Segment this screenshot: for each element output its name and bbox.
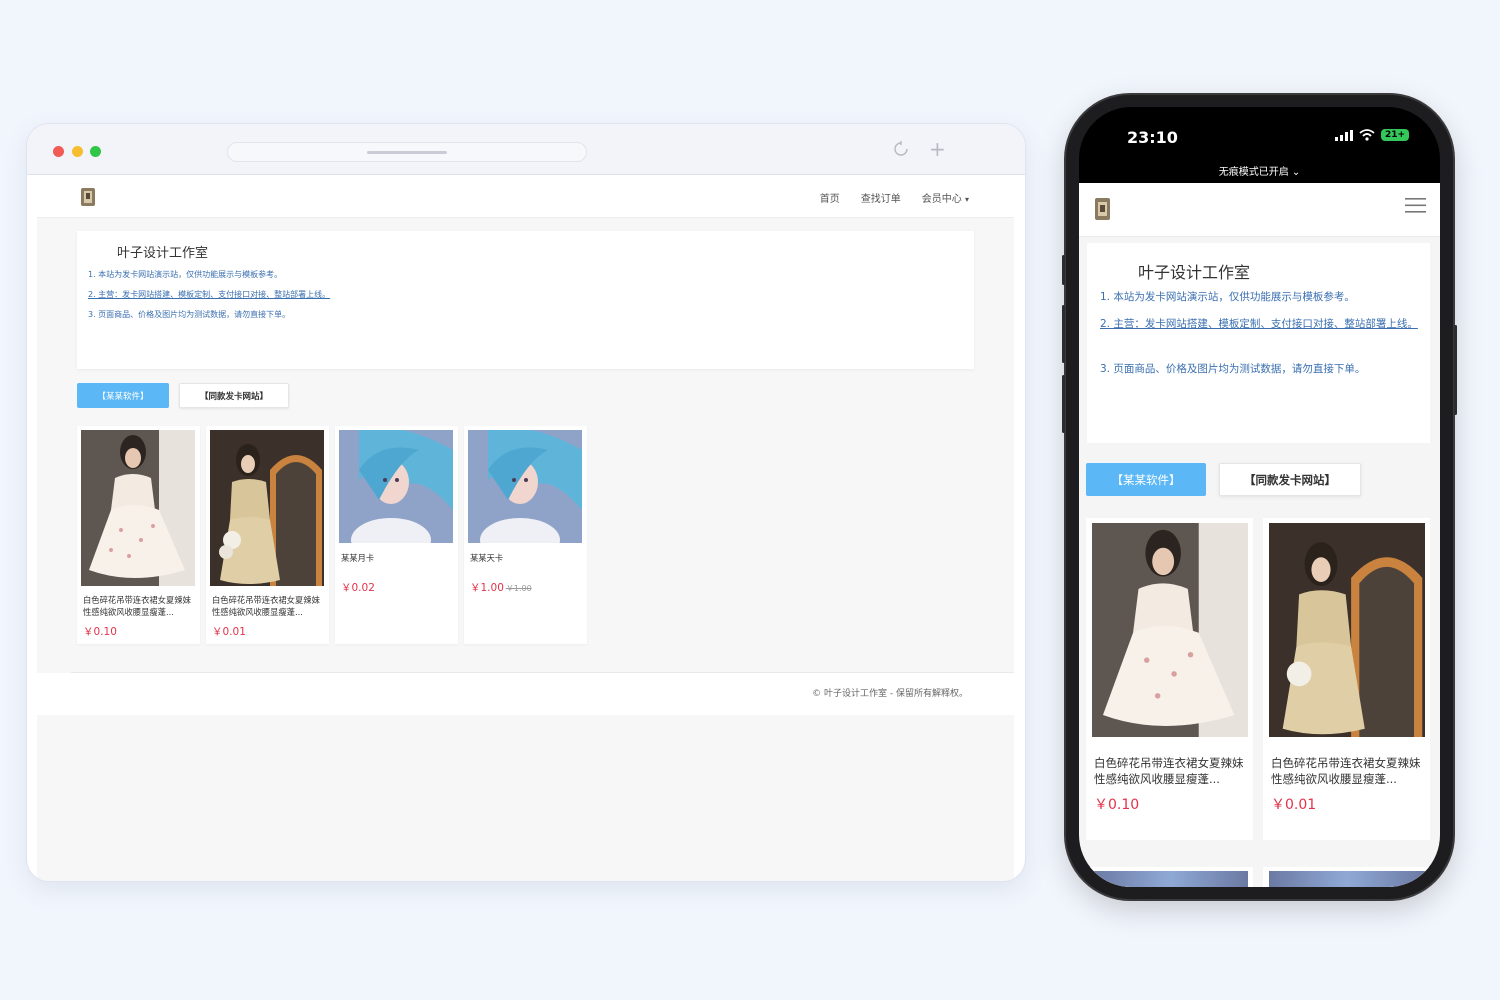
product-card[interactable]: 白色碎花吊带连衣裙女夏辣妹性感纯欲风收腰显瘦蓬... ￥0.01 — [1263, 518, 1430, 840]
product-price: ￥0.10 — [1094, 797, 1140, 813]
address-bar[interactable] — [227, 142, 587, 162]
product-image — [81, 430, 195, 586]
mobile-site: 叶子设计工作室 1. 本站为发卡网站演示站，仅供功能展示与模板参考。 2. 主营… — [1079, 183, 1440, 887]
product-image — [1269, 523, 1425, 737]
battery-indicator: 21+ — [1381, 129, 1410, 141]
product-name: 某某月卡 — [341, 553, 375, 563]
product-name: 白色碎花吊带连衣裙女夏辣妹性感纯欲风收腰显瘦蓬... — [212, 595, 320, 617]
tab-same-site[interactable]: 【同款发卡网站】 — [179, 383, 289, 408]
announcement-line-2-link[interactable]: 2. 主营：发卡网站搭建、模板定制、支付接口对接、整站部署上线。 — [88, 289, 330, 300]
product-grid: 白色碎花吊带连衣裙女夏辣妹性感纯欲风收腰显瘦蓬... ￥0.10 白色碎花吊带连… — [1086, 518, 1430, 840]
address-placeholder-line — [367, 151, 447, 154]
product-card[interactable]: 某某天卡 ￥1.00 ￥1.00 — [464, 426, 587, 644]
mobile-phone-frame: 23:10 21+ 无痕模式已开启 ⌄ 叶子设计工作室 1. 本站为发卡网站演示… — [1062, 95, 1457, 899]
product-price: ￥0.02 — [341, 582, 375, 594]
plus-icon[interactable]: + — [929, 139, 946, 159]
minimize-window-button[interactable] — [72, 146, 83, 157]
cellular-signal-icon — [1335, 129, 1353, 141]
product-price: ￥0.10 — [83, 626, 117, 638]
phone-screen: 23:10 21+ 无痕模式已开启 ⌄ 叶子设计工作室 1. 本站为发卡网站演示… — [1079, 107, 1440, 887]
browser-toolbar: + — [27, 124, 1025, 175]
nav-find-order[interactable]: 查找订单 — [861, 190, 901, 205]
wifi-icon — [1359, 129, 1375, 141]
announcement-title: 叶子设计工作室 — [1138, 263, 1251, 282]
announcement-panel: 叶子设计工作室 1. 本站为发卡网站演示站，仅供功能展示与模板参考。 2. 主营… — [77, 231, 974, 369]
product-card-partial[interactable] — [1086, 867, 1253, 887]
product-image — [1092, 523, 1248, 737]
product-name: 白色碎花吊带连衣裙女夏辣妹性感纯欲风收腰显瘦蓬... — [1094, 756, 1244, 786]
category-tabs: 【某某软件】 【同款发卡网站】 — [77, 383, 289, 408]
close-window-button[interactable] — [53, 146, 64, 157]
product-price: ￥0.01 — [1271, 797, 1317, 813]
product-image — [468, 430, 582, 543]
announcement-line-3: 3. 页面商品、价格及图片均为测试数据，请勿直接下单。 — [1100, 363, 1366, 375]
product-name: 某某天卡 — [470, 553, 504, 563]
tab-software[interactable]: 【某某软件】 — [1086, 463, 1206, 496]
status-time: 23:10 — [1127, 128, 1178, 147]
reload-icon[interactable] — [893, 141, 909, 157]
product-image — [210, 430, 324, 586]
hamburger-menu-icon[interactable] — [1405, 198, 1426, 213]
announcement-line-1: 1. 本站为发卡网站演示站，仅供功能展示与模板参考。 — [88, 270, 283, 279]
nav-member-center[interactable]: 会员中心 ▾ — [922, 190, 969, 205]
phone-power-button — [1454, 325, 1457, 415]
chevron-down-icon: ▾ — [964, 195, 969, 204]
product-name: 白色碎花吊带连衣裙女夏辣妹性感纯欲风收腰显瘦蓬... — [83, 595, 191, 617]
announcement-line-1: 1. 本站为发卡网站演示站，仅供功能展示与模板参考。 — [1100, 291, 1355, 303]
announcement-title: 叶子设计工作室 — [117, 246, 209, 261]
phone-mute-switch — [1062, 255, 1065, 285]
product-card[interactable]: 白色碎花吊带连衣裙女夏辣妹性感纯欲风收腰显瘦蓬... ￥0.01 — [206, 426, 329, 644]
product-card[interactable]: 某某月卡 ￥0.02 — [335, 426, 458, 644]
site-navbar: 首页 查找订单 会员中心 ▾ — [37, 176, 1014, 218]
announcement-panel: 叶子设计工作室 1. 本站为发卡网站演示站，仅供功能展示与模板参考。 2. 主营… — [1087, 243, 1430, 443]
product-price: ￥1.00 ￥1.00 — [470, 580, 532, 595]
nav-home[interactable]: 首页 — [820, 190, 840, 205]
phone-volume-up — [1062, 305, 1065, 363]
desktop-browser-window: + 首页 查找订单 会员中心 ▾ 叶子设计工作室 1. 本站为发卡网站演示站，仅… — [27, 124, 1025, 881]
announcement-line-3: 3. 页面商品、价格及图片均为测试数据，请勿直接下单。 — [88, 310, 291, 319]
product-price-current: ￥1.00 — [470, 582, 504, 594]
phone-volume-down — [1062, 375, 1065, 433]
status-icons: 21+ — [1335, 129, 1410, 141]
desktop-site: 首页 查找订单 会员中心 ▾ 叶子设计工作室 1. 本站为发卡网站演示站，仅供功… — [37, 176, 1014, 881]
product-image — [1092, 871, 1248, 887]
product-old-price: ￥1.00 — [505, 584, 532, 593]
product-image — [1269, 871, 1425, 887]
site-logo[interactable] — [1095, 198, 1110, 220]
nav-member-center-label: 会员中心 — [921, 194, 962, 205]
maximize-window-button[interactable] — [90, 146, 101, 157]
product-price: ￥0.01 — [212, 626, 246, 638]
category-tabs: 【某某软件】 【同款发卡网站】 — [1086, 463, 1361, 496]
footer-copyright: © 叶子设计工作室 - 保留所有解释权。 — [812, 689, 968, 699]
product-card[interactable]: 白色碎花吊带连衣裙女夏辣妹性感纯欲风收腰显瘦蓬... ￥0.10 — [77, 426, 200, 644]
site-footer: © 叶子设计工作室 - 保留所有解释权。 — [37, 673, 1014, 715]
mobile-navbar — [1079, 183, 1440, 237]
tab-same-site[interactable]: 【同款发卡网站】 — [1219, 463, 1361, 496]
product-image — [339, 430, 453, 543]
announcement-line-2-link[interactable]: 2. 主营：发卡网站搭建、模板定制、支付接口对接、整站部署上线。 — [1100, 316, 1420, 333]
tab-software[interactable]: 【某某软件】 — [77, 383, 169, 408]
dynamic-island — [1201, 118, 1315, 152]
incognito-mode-banner[interactable]: 无痕模式已开启 ⌄ — [1079, 163, 1440, 178]
product-card-partial[interactable] — [1263, 867, 1430, 887]
site-logo[interactable] — [81, 188, 95, 206]
product-card[interactable]: 白色碎花吊带连衣裙女夏辣妹性感纯欲风收腰显瘦蓬... ￥0.10 — [1086, 518, 1253, 840]
product-name: 白色碎花吊带连衣裙女夏辣妹性感纯欲风收腰显瘦蓬... — [1271, 756, 1421, 786]
product-grid: 白色碎花吊带连衣裙女夏辣妹性感纯欲风收腰显瘦蓬... ￥0.10 白色碎花吊带连… — [77, 426, 587, 644]
